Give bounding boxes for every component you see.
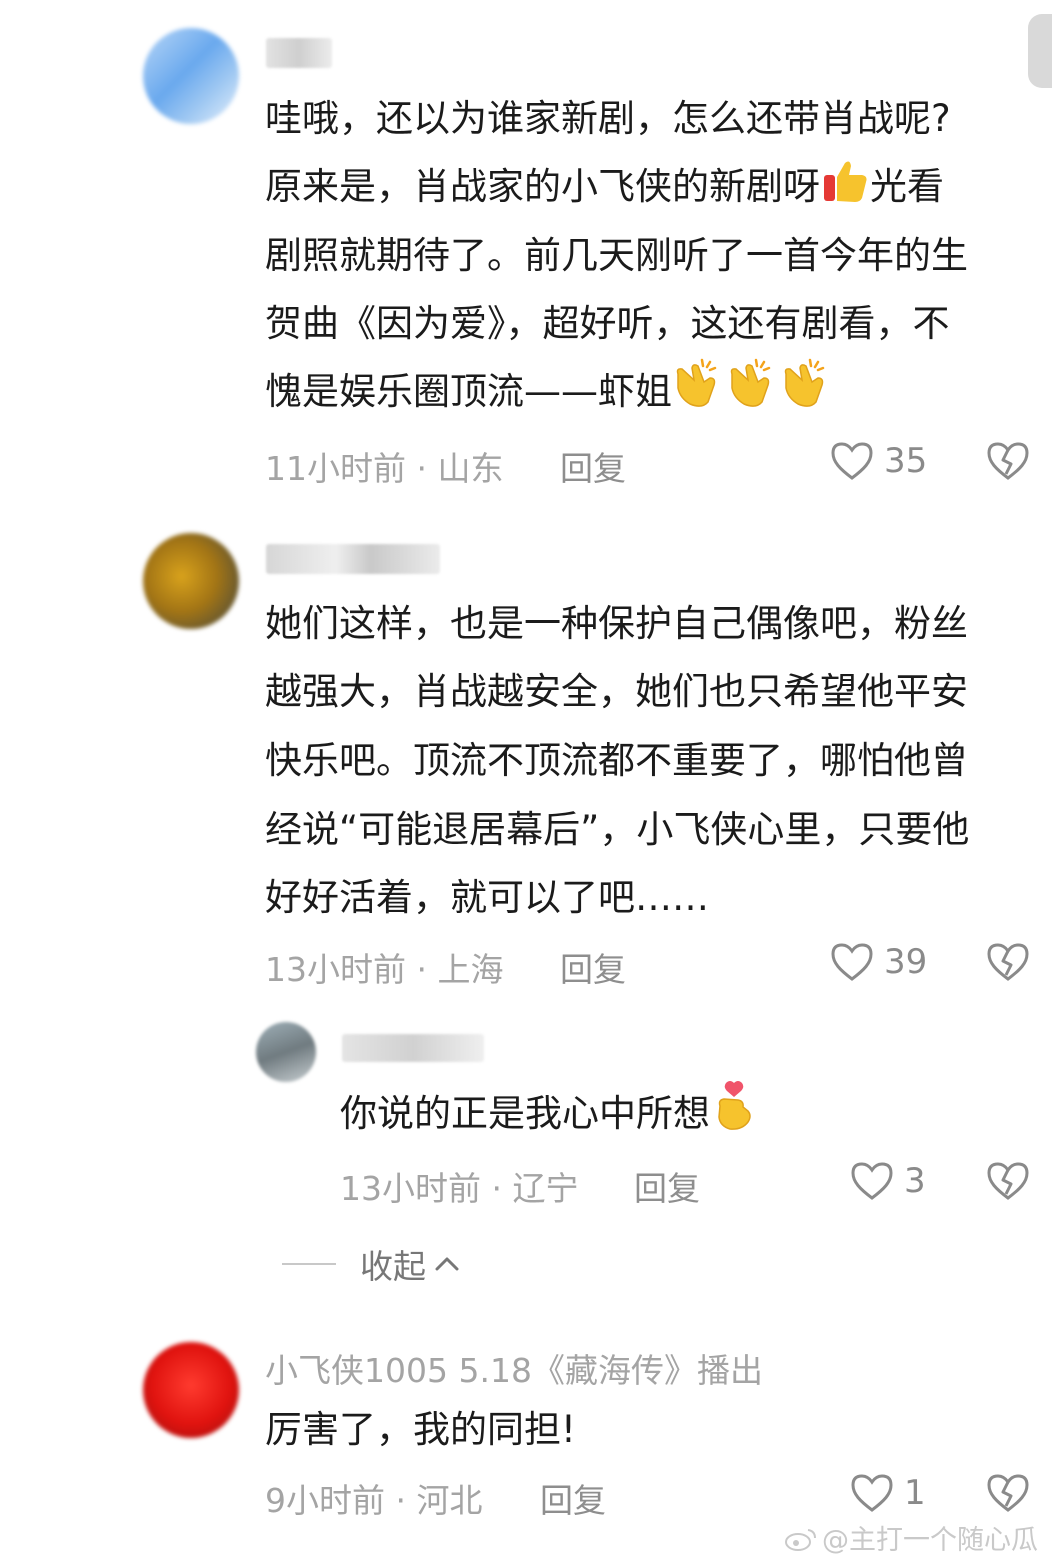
collapse-label: 收起 [360, 1247, 426, 1286]
collapse-replies-button[interactable]: 收起 [282, 1240, 462, 1288]
username[interactable]: 小飞侠1005 5.18《藏海传》播出 [265, 1344, 763, 1392]
dislike-button[interactable] [986, 941, 1030, 987]
avatar[interactable] [143, 1342, 239, 1438]
comment-text-line: 厉害了，我的同担! [265, 1408, 576, 1451]
watermark-text: @主打一个随心瓜 [822, 1525, 1038, 1556]
comment-text-line: 经说“可能退居幕后”，小飞侠心里，只要他 [265, 808, 970, 851]
time-location: 9小时前 · 河北 [265, 1481, 483, 1520]
reply-button[interactable]: 回复 [560, 943, 626, 991]
comment-text-line: 越强大，肖战越安全，她们也只希望他平安 [265, 670, 968, 713]
divider [282, 1263, 336, 1265]
time-location: 11小时前 · 山东 [265, 449, 504, 488]
comment-text-line: 剧照就期待了。前几天刚听了一首今年的生 [265, 234, 968, 277]
dislike-button[interactable] [986, 440, 1030, 486]
reply-text: 你说的正是我心中所想 [340, 1080, 758, 1154]
like-count: 39 [884, 942, 928, 982]
time-location: 13小时前 · 辽宁 [340, 1169, 579, 1208]
comment-text-segment: 原来是，肖战家的小飞侠的新剧呀 [265, 165, 820, 208]
comment-text-line: 她们这样，也是一种保护自己偶像吧，粉丝 [265, 602, 968, 645]
chevron-up-icon [435, 1257, 459, 1271]
username-blurred[interactable] [342, 1034, 484, 1062]
like-button[interactable]: 1 [850, 1472, 926, 1514]
comment-text-line: 快乐吧。顶流不顶流都不重要了，哪怕他曾 [265, 739, 968, 782]
comment-text-line: 贺曲《因为爱》，超好听，这还有剧看，不 [265, 302, 950, 345]
thumbs-up-icon [820, 155, 870, 227]
heart-icon [831, 943, 873, 981]
comment-text-line: 哇哦，还以为谁家新剧，怎么还带肖战呢? [265, 97, 951, 140]
heart-icon [851, 1474, 893, 1512]
username-blurred[interactable] [266, 544, 440, 574]
clapping-hands-icon [780, 358, 834, 432]
like-count: 3 [904, 1161, 926, 1201]
dislike-button[interactable] [986, 1472, 1030, 1518]
reply-text-segment: 你说的正是我心中所想 [340, 1092, 710, 1135]
username-blurred[interactable] [266, 38, 332, 68]
comment-text-line: 原来是，肖战家的小飞侠的新剧呀 光看 [265, 153, 944, 227]
finger-heart-icon [710, 1080, 758, 1154]
reply-button[interactable]: 回复 [540, 1474, 606, 1522]
heart-icon [831, 442, 873, 480]
like-count: 35 [884, 441, 928, 481]
clapping-hands-icon [726, 358, 780, 432]
broken-heart-icon [987, 943, 1029, 981]
avatar[interactable] [256, 1022, 316, 1082]
like-button[interactable]: 39 [830, 941, 927, 983]
dislike-button[interactable] [986, 1160, 1030, 1206]
heart-icon [851, 1162, 893, 1200]
avatar[interactable] [143, 533, 239, 629]
comment-text-segment: 光看 [870, 165, 944, 208]
time-location: 13小时前 · 上海 [265, 950, 504, 989]
reply-button[interactable]: 回复 [634, 1162, 700, 1210]
broken-heart-icon [987, 442, 1029, 480]
weibo-logo-icon [785, 1529, 816, 1551]
clapping-hands-icon [672, 358, 726, 432]
like-button[interactable]: 35 [830, 440, 927, 482]
like-button[interactable]: 3 [850, 1160, 926, 1202]
avatar[interactable] [143, 28, 239, 124]
reply-button[interactable]: 回复 [560, 442, 626, 490]
comment-text-line: 愧是娱乐圈顶流——虾姐 [265, 358, 834, 432]
comment-text-segment: 愧是娱乐圈顶流——虾姐 [265, 370, 672, 413]
comment-text-line: 好好活着，就可以了吧…… [265, 876, 709, 919]
scrollbar-thumb[interactable] [1028, 14, 1052, 88]
like-count: 1 [904, 1473, 926, 1513]
broken-heart-icon [987, 1162, 1029, 1200]
broken-heart-icon [987, 1474, 1029, 1512]
watermark: @主打一个随心瓜 [784, 1518, 1038, 1557]
